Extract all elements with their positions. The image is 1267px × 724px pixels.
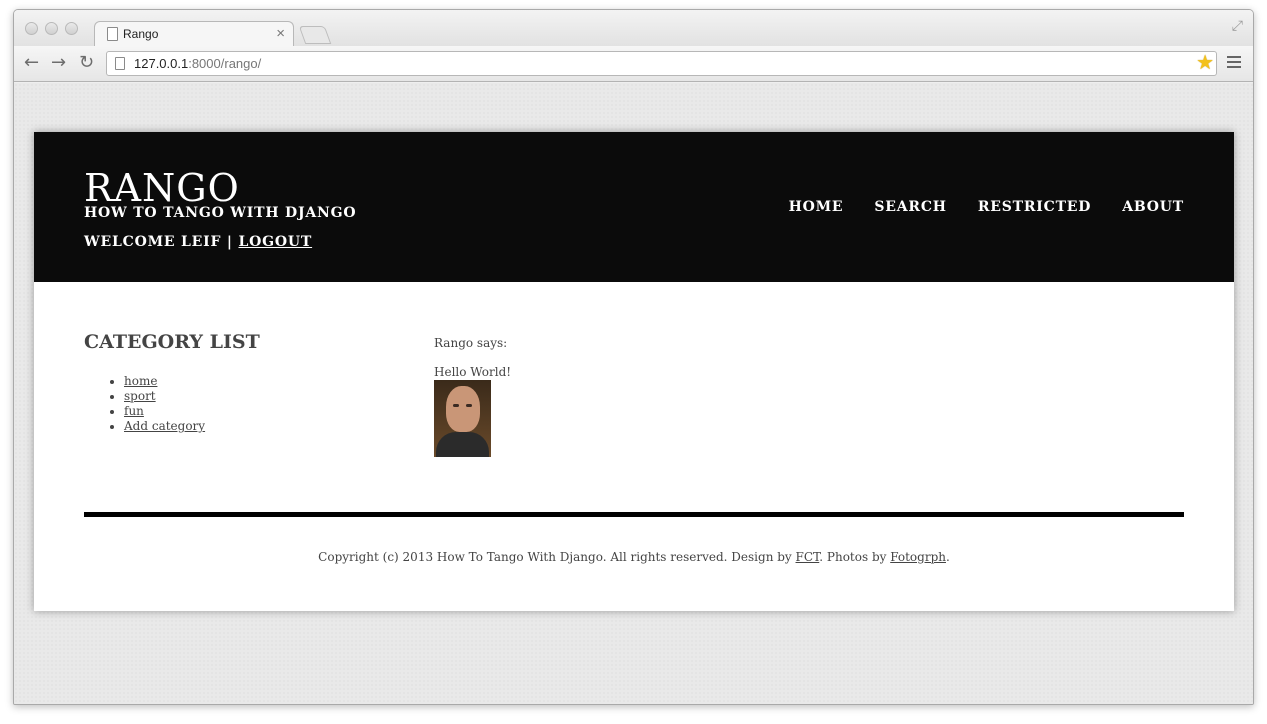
site-title: RANGO [84, 166, 240, 210]
page-icon [107, 27, 118, 41]
title-bar: Rango × ⤢ [14, 10, 1253, 47]
footer-prefix: Copyright (c) 2013 How To Tango With Dja… [318, 550, 796, 564]
logout-link[interactable]: LOGOUT [238, 234, 312, 250]
site-container: RANGO HOW TO TANGO WITH DJANGO WELCOME L… [34, 132, 1234, 611]
tab-close-icon[interactable]: × [276, 25, 285, 43]
footer-suffix: . [946, 550, 950, 564]
list-item: fun [124, 404, 205, 419]
browser-toolbar: ← → ↻ 127.0.0.1:8000/rango/ ★ [14, 46, 1253, 82]
hello-message: Hello World! [434, 365, 512, 379]
nav-restricted-link[interactable]: RESTRICTED [978, 199, 1091, 215]
tab-title: Rango [123, 27, 159, 41]
footer-middle: . Photos by [819, 550, 891, 564]
list-item: home [124, 374, 205, 389]
welcome-text: WELCOME LEIF | [84, 234, 239, 250]
reload-icon[interactable]: ↻ [79, 52, 94, 74]
site-subtitle: HOW TO TANGO WITH DJANGO [84, 205, 357, 221]
welcome-line: WELCOME LEIF | LOGOUT [84, 234, 312, 250]
fotogrph-link[interactable]: Fotogrph [890, 550, 946, 564]
address-bar[interactable]: 127.0.0.1:8000/rango/ ★ [106, 50, 1217, 76]
forward-icon[interactable]: → [51, 52, 66, 74]
zoom-window-button[interactable] [65, 22, 78, 35]
rango-says-label: Rango says: [434, 336, 508, 350]
back-icon[interactable]: ← [24, 52, 39, 74]
bookmark-star-icon[interactable]: ★ [1196, 50, 1214, 74]
list-item: sport [124, 389, 205, 404]
category-list-heading: CATEGORY LIST [84, 331, 260, 353]
add-category-link[interactable]: Add category [124, 419, 205, 433]
nav-search-link[interactable]: SEARCH [874, 199, 946, 215]
url-path: :8000/rango/ [188, 56, 262, 71]
footer-copyright: Copyright (c) 2013 How To Tango With Dja… [34, 550, 1234, 564]
main-nav: HOME SEARCH RESTRICTED ABOUT [789, 199, 1184, 215]
fct-link[interactable]: FCT [796, 550, 820, 564]
category-link-home[interactable]: home [124, 374, 157, 388]
list-item: Add category [124, 419, 205, 434]
category-link-sport[interactable]: sport [124, 389, 156, 403]
category-list: home sport fun Add category [124, 374, 205, 434]
nav-about-link[interactable]: ABOUT [1122, 199, 1184, 215]
minimize-window-button[interactable] [45, 22, 58, 35]
url-text[interactable]: 127.0.0.1:8000/rango/ [134, 56, 261, 71]
close-window-button[interactable] [25, 22, 38, 35]
new-tab-button[interactable] [298, 26, 332, 44]
nav-home-link[interactable]: HOME [789, 199, 844, 215]
category-link-fun[interactable]: fun [124, 404, 144, 418]
page-icon [115, 57, 125, 70]
footer-divider [84, 512, 1184, 517]
menu-icon[interactable] [1227, 56, 1241, 70]
browser-window: Rango × ⤢ ← → ↻ 127.0.0.1:8000/rango/ ★ … [13, 9, 1254, 705]
page-viewport: RANGO HOW TO TANGO WITH DJANGO WELCOME L… [14, 83, 1253, 704]
profile-photo [434, 380, 491, 457]
url-host: 127.0.0.1 [134, 56, 189, 71]
fullscreen-icon[interactable]: ⤢ [1232, 18, 1243, 34]
browser-tab[interactable]: Rango × [94, 21, 294, 47]
site-header: RANGO HOW TO TANGO WITH DJANGO WELCOME L… [34, 132, 1234, 282]
